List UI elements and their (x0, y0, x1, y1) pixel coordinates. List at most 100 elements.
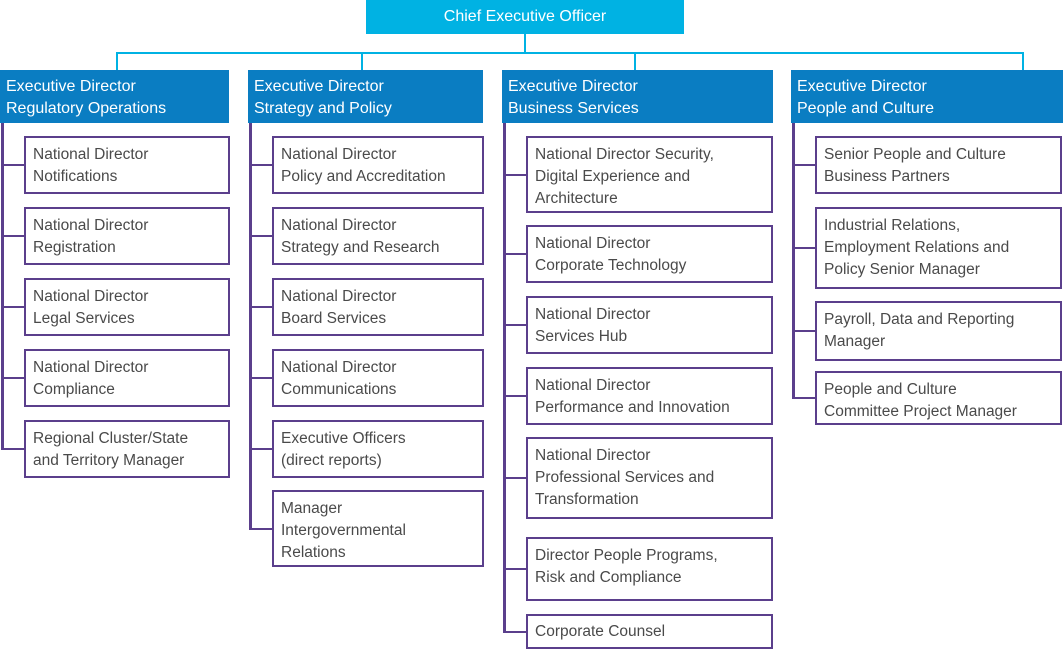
report-line: Digital Experience and (535, 168, 691, 185)
report-box: National Director Policy and Accreditatio… (272, 136, 484, 194)
report-line: Relations (281, 544, 346, 561)
ceo-title: Chief Executive Officer (443, 8, 607, 25)
report-line: National Director Security, (535, 146, 714, 163)
header-line: Executive Director (508, 78, 638, 95)
report-line: Transformation (535, 491, 639, 508)
report-line: Committee Project Manager (824, 403, 1017, 420)
executive-director-header-1: Executive Director Regulatory Operations (0, 70, 229, 123)
report-line: Board Services (281, 310, 387, 327)
report-line: Intergovernmental (281, 522, 406, 539)
report-line: Industrial Relations, (824, 217, 961, 234)
report-branch-connector (1, 164, 24, 166)
report-line: Manager (824, 333, 886, 350)
report-box: Executive Officers (direct reports) (272, 420, 484, 478)
report-line: National Director (535, 447, 651, 464)
report-line: Architecture (535, 190, 618, 207)
report-branch-connector (503, 568, 526, 570)
report-line: National Director (281, 288, 397, 305)
report-line: National Director (535, 235, 651, 252)
header-line: Regulatory Operations (6, 100, 167, 117)
report-line: Compliance (33, 381, 115, 398)
reports-spine-connector (503, 123, 506, 633)
report-line: National Director (281, 217, 397, 234)
header-line: Executive Director (254, 78, 384, 95)
reports-spine-connector (249, 123, 252, 530)
report-line: National Director (535, 377, 651, 394)
report-line: Corporate Counsel (535, 623, 666, 640)
report-line: Business Partners (824, 168, 950, 185)
ceo-stem-connector (524, 34, 526, 54)
report-branch-connector (249, 164, 272, 166)
report-line: (direct reports) (281, 452, 382, 469)
ceo-box: Chief Executive Officer (366, 0, 684, 34)
report-line: Executive Officers (281, 430, 406, 447)
report-box: Manager Intergovernmental Relations (272, 490, 484, 567)
report-line: National Director (281, 359, 397, 376)
report-box: National Director Notifications (24, 136, 230, 194)
report-box: Industrial Relations, Employment Relation… (815, 207, 1062, 289)
report-line: Director People Programs, (535, 547, 718, 564)
report-line: Manager (281, 500, 343, 517)
header-line: Strategy and Policy (254, 100, 392, 117)
report-branch-connector (1, 235, 24, 237)
report-branch-connector (249, 235, 272, 237)
report-box: National Director Legal Services (24, 278, 230, 336)
report-branch-connector (503, 395, 526, 397)
report-line: National Director (33, 146, 149, 163)
report-box: National Director Compliance (24, 349, 230, 407)
report-line: Legal Services (33, 310, 135, 327)
report-branch-connector (1, 377, 24, 379)
report-branch-connector (503, 477, 526, 479)
report-line: and Territory Manager (33, 452, 185, 469)
report-line: Performance and Innovation (535, 399, 730, 416)
header-line: Executive Director (797, 78, 927, 95)
report-box: National Director Professional Services a… (526, 437, 773, 519)
report-branch-connector (249, 528, 272, 530)
report-line: Services Hub (535, 328, 628, 345)
report-branch-connector (249, 448, 272, 450)
report-branch-connector (503, 253, 526, 255)
report-line: Regional Cluster/State (33, 430, 189, 447)
executive-director-header-3: Executive Director Business Services (502, 70, 773, 123)
report-line: Professional Services and (535, 469, 715, 486)
report-box: National Director Strategy and Research (272, 207, 484, 265)
report-box: Regional Cluster/State and Territory Mana… (24, 420, 230, 478)
report-box: National Director Board Services (272, 278, 484, 336)
report-box: National Director Registration (24, 207, 230, 265)
executive-bus-connector (117, 52, 1024, 54)
report-line: Strategy and Research (281, 239, 440, 256)
header-line: Executive Director (6, 78, 136, 95)
report-line: Policy and Accreditation (281, 168, 446, 185)
executive-director-header-4: Executive Director People and Culture (791, 70, 1063, 123)
report-box: Senior People and Culture Business Partne… (815, 136, 1062, 194)
report-line: National Director (535, 306, 651, 323)
col3-drop-connector (634, 52, 636, 70)
report-line: Corporate Technology (535, 257, 687, 274)
report-box: National Director Communications (272, 349, 484, 407)
col1-drop-connector (116, 52, 118, 70)
report-box: Corporate Counsel (526, 614, 773, 649)
reports-spine-connector (1, 123, 4, 450)
executive-director-header-2: Executive Director Strategy and Policy (248, 70, 483, 123)
report-branch-connector (503, 324, 526, 326)
report-line: Notifications (33, 168, 118, 185)
report-line: People and Culture (824, 381, 957, 398)
col4-drop-connector (1022, 52, 1024, 70)
report-branch-connector (503, 631, 526, 633)
report-line: Registration (33, 239, 116, 256)
report-box: National Director Security, Digital Exper… (526, 136, 773, 213)
report-line: Policy Senior Manager (824, 261, 980, 278)
report-box: National Director Performance and Innovat… (526, 367, 773, 425)
report-branch-connector (792, 330, 815, 332)
report-box: Payroll, Data and Reporting Manager (815, 301, 1062, 361)
report-branch-connector (792, 397, 815, 399)
report-line: National Director (281, 146, 397, 163)
header-line: People and Culture (797, 100, 934, 117)
report-box: National Director Corporate Technology (526, 225, 773, 283)
report-box: National Director Services Hub (526, 296, 773, 354)
report-line: National Director (33, 359, 149, 376)
report-branch-connector (792, 164, 815, 166)
report-line: Risk and Compliance (535, 569, 682, 586)
report-branch-connector (503, 174, 526, 176)
report-line: Payroll, Data and Reporting (824, 311, 1015, 328)
